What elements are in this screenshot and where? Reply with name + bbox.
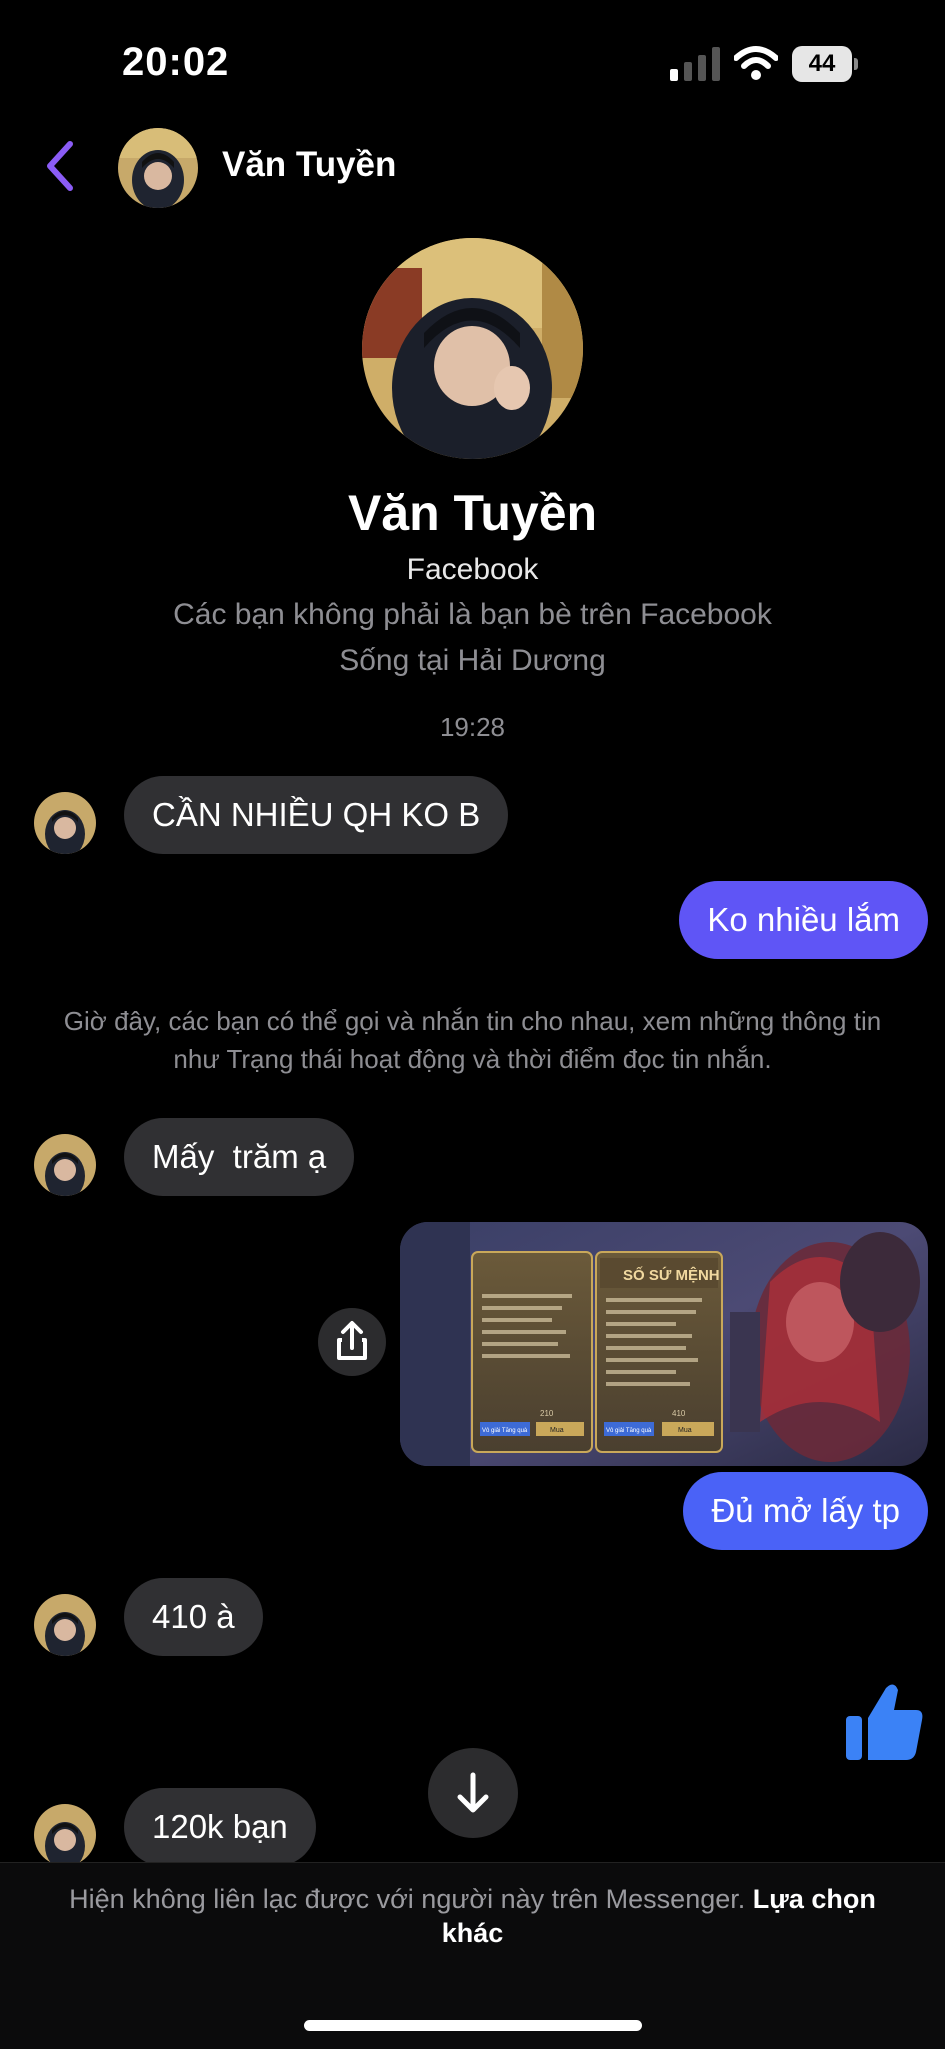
profile-relationship: Các bạn không phải là bạn bè trên Facebo… bbox=[173, 598, 772, 631]
message-timestamp: 19:28 bbox=[439, 712, 506, 742]
sender-avatar[interactable] bbox=[34, 1134, 96, 1196]
attachment-right-left-button: Vô giải Tăng quà bbox=[606, 1428, 652, 1434]
arrow-down-icon bbox=[457, 1772, 489, 1813]
footer-text: Hiện không liên lạc được với người này t… bbox=[69, 1884, 746, 1914]
battery-indicator: 44 bbox=[792, 46, 858, 82]
thumbs-up-icon[interactable] bbox=[846, 1680, 924, 1762]
sender-avatar[interactable] bbox=[34, 1804, 96, 1866]
profile-avatar[interactable] bbox=[362, 238, 583, 459]
share-icon bbox=[337, 1321, 367, 1360]
footer-message: Hiện không liên lạc được với người này t… bbox=[60, 1882, 885, 1950]
incoming-message[interactable]: CẦN NHIỀU QH KO B bbox=[124, 776, 509, 854]
incoming-message[interactable]: 120k bạn bbox=[124, 1788, 316, 1866]
profile-platform: Facebook bbox=[406, 553, 539, 586]
home-indicator[interactable] bbox=[304, 2020, 642, 2031]
outgoing-message[interactable]: Đủ mở lấy tp bbox=[683, 1472, 928, 1550]
attachment-left-count: 210 bbox=[540, 1409, 554, 1418]
profile-name: Văn Tuyền bbox=[347, 485, 598, 541]
attachment-mid-button: Mua bbox=[550, 1427, 564, 1434]
outgoing-message[interactable]: Ko nhiều lắm bbox=[679, 881, 928, 959]
sender-avatar[interactable] bbox=[34, 1594, 96, 1656]
battery-level: 44 bbox=[808, 50, 836, 77]
chevron-left-icon[interactable] bbox=[40, 138, 80, 194]
attachment-right-button: Mua bbox=[678, 1427, 692, 1434]
attachment-panel-title: SỐ SỨ MỆNH bbox=[623, 1266, 720, 1284]
connection-notice: Giờ đây, các bạn có thể gọi và nhắn tin … bbox=[63, 1006, 882, 1074]
incoming-message[interactable]: 410 à bbox=[124, 1578, 263, 1656]
wifi-icon bbox=[734, 46, 778, 80]
profile-location: Sống tại Hải Dương bbox=[339, 644, 606, 677]
scroll-to-bottom-button[interactable] bbox=[428, 1748, 518, 1838]
image-attachment[interactable]: SỐ SỨ MỆNH Vô giải Tăng quà Mua Vô giải … bbox=[400, 1222, 928, 1466]
incoming-message[interactable]: Mấy trăm ạ bbox=[124, 1118, 355, 1196]
cellular-signal-icon bbox=[670, 47, 720, 81]
sender-avatar[interactable] bbox=[34, 792, 96, 854]
header-contact-name[interactable]: Văn Tuyền bbox=[222, 145, 396, 185]
attachment-right-count: 410 bbox=[672, 1409, 686, 1418]
header-avatar[interactable] bbox=[118, 128, 198, 208]
share-button[interactable] bbox=[318, 1308, 386, 1376]
attachment-left-button: Vô giải Tăng quà bbox=[482, 1428, 528, 1434]
status-time: 20:02 bbox=[122, 40, 230, 84]
